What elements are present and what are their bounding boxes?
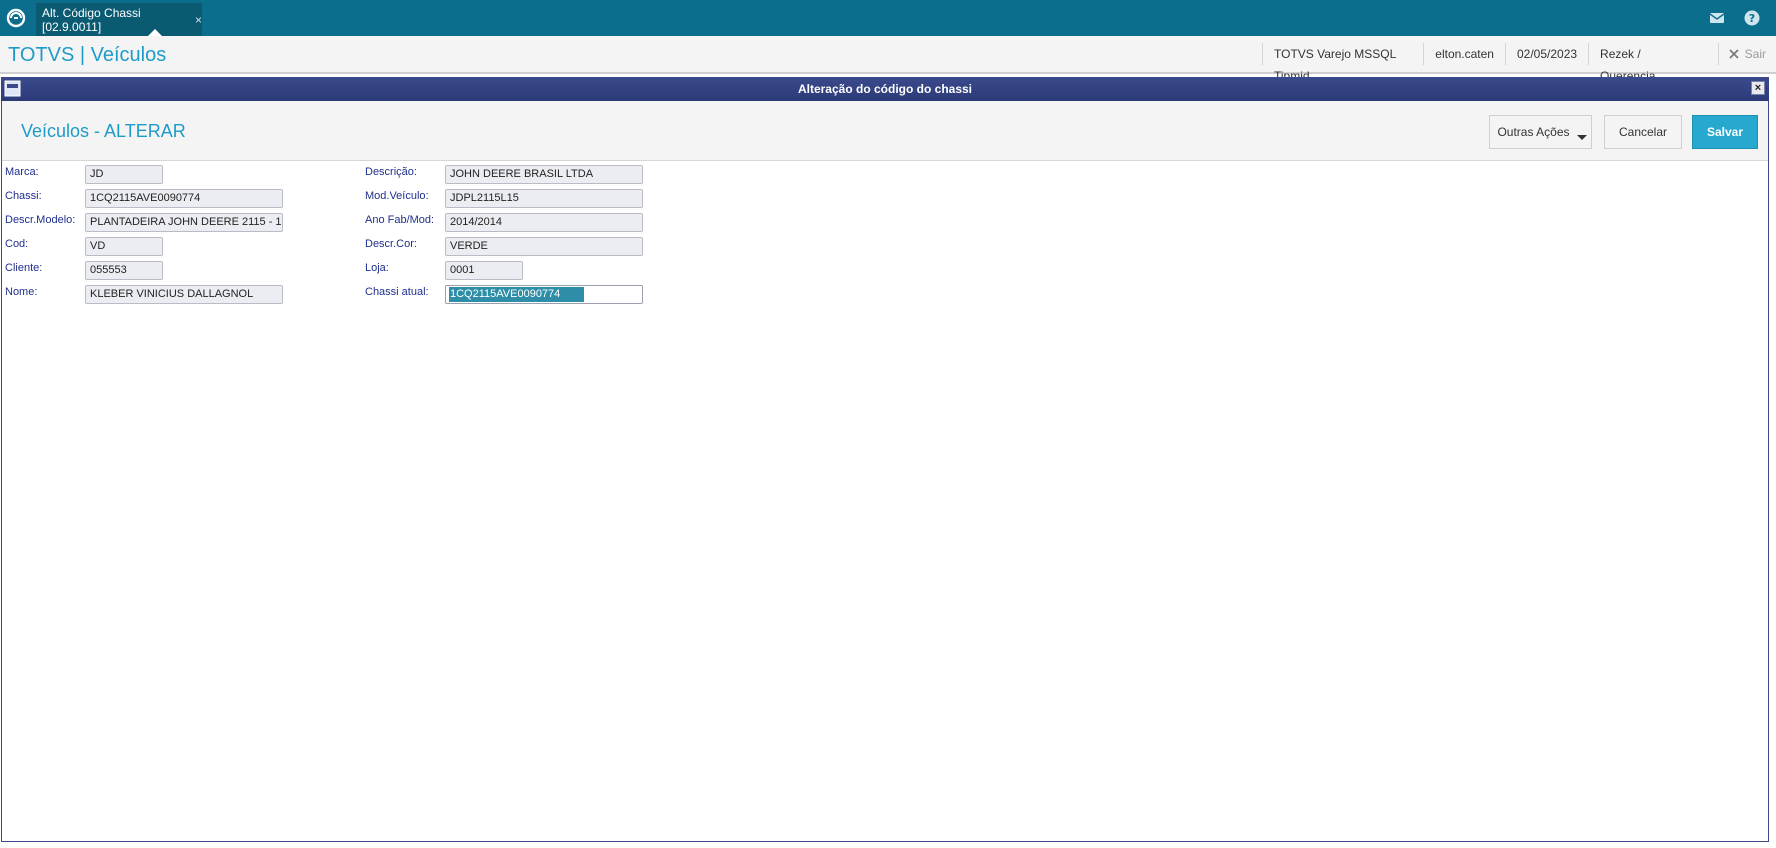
user-label[interactable]: elton.caten	[1423, 43, 1505, 65]
field-label-chassi-atual: Chassi atual:	[365, 286, 429, 298]
save-button[interactable]: Salvar	[1692, 115, 1758, 149]
tab-alt-codigo-chassi[interactable]: Alt. Código Chassi [02.9.0011] ×	[36, 3, 202, 36]
chassi-atual-input[interactable]: 1CQ2115AVE0090774	[445, 285, 643, 304]
help-icon[interactable]: ?	[1743, 9, 1761, 27]
date-label[interactable]: 02/05/2023	[1504, 43, 1588, 65]
descricao-field[interactable]: JOHN DEERE BRASIL LTDA	[445, 165, 643, 184]
dialog-close-button[interactable]: ×	[1751, 81, 1765, 95]
field-label-nome: Nome:	[5, 286, 38, 298]
chassi-atual-selected-text: 1CQ2115AVE0090774	[449, 287, 585, 302]
cancel-button[interactable]: Cancelar	[1604, 115, 1682, 149]
tab-label: Alt. Código Chassi [02.9.0011]	[42, 5, 141, 34]
session-info: TOTVS Varejo MSSQL Tipmjd elton.caten 02…	[1262, 36, 1776, 83]
branch-label[interactable]: Rezek / Querencia	[1588, 43, 1718, 83]
field-label-descr-modelo: Descr.Modelo:	[5, 214, 76, 226]
field-label-chassi: Chassi:	[5, 190, 42, 202]
close-icon	[1729, 49, 1739, 59]
dialog-title-bar: Alteração do código do chassi ×	[1, 77, 1769, 101]
app-title: TOTVS | Veículos	[8, 44, 167, 66]
cliente-field[interactable]: 055553	[85, 261, 163, 280]
active-tab-indicator	[148, 29, 162, 36]
mod-veiculo-field[interactable]: JDPL2115L15	[445, 189, 643, 208]
field-label-cliente: Cliente:	[5, 262, 43, 274]
field-label-ano-fab-mod: Ano Fab/Mod:	[365, 214, 435, 226]
exit-button[interactable]: Sair	[1717, 43, 1776, 65]
top-bar: Alt. Código Chassi [02.9.0011] × ?	[0, 0, 1776, 36]
field-label-cod: Cod:	[5, 238, 29, 250]
nome-field[interactable]: KLEBER VINICIUS DALLAGNOL	[85, 285, 283, 304]
field-label-marca: Marca:	[5, 166, 39, 178]
mail-icon[interactable]	[1708, 9, 1726, 27]
field-label-loja: Loja:	[365, 262, 389, 274]
chassi-field[interactable]: 1CQ2115AVE0090774	[85, 189, 283, 208]
cod-field[interactable]: VD	[85, 237, 163, 256]
window-icon[interactable]	[4, 80, 21, 97]
app-header: TOTVS | Veículos TOTVS Varejo MSSQL Tipm…	[0, 36, 1776, 83]
form-header: Veículos - ALTERAR Outras Ações Cancelar…	[2, 101, 1768, 161]
ano-fab-mod-field[interactable]: 2014/2014	[445, 213, 643, 232]
descr-modelo-field[interactable]: PLANTADEIRA JOHN DEERE 2115 - 15 L	[85, 213, 283, 232]
totvs-logo-icon[interactable]	[5, 7, 27, 29]
tab-close-icon[interactable]: ×	[195, 13, 202, 27]
field-label-descricao: Descrição:	[365, 166, 417, 178]
marca-field[interactable]: JD	[85, 165, 163, 184]
descr-cor-field[interactable]: VERDE	[445, 237, 643, 256]
other-actions-button[interactable]: Outras Ações	[1489, 115, 1592, 149]
environment-label[interactable]: TOTVS Varejo MSSQL Tipmjd	[1262, 43, 1423, 83]
field-label-mod-veiculo: Mod.Veículo:	[365, 190, 429, 202]
field-label-descr-cor: Descr.Cor:	[365, 238, 417, 250]
chevron-down-icon	[1577, 135, 1587, 140]
dialog-title: Alteração do código do chassi	[797, 82, 973, 96]
loja-field[interactable]: 0001	[445, 261, 523, 280]
form-title: Veículos - ALTERAR	[21, 121, 186, 141]
svg-text:?: ?	[1749, 12, 1755, 25]
exit-label: Sair	[1744, 47, 1766, 61]
other-actions-label: Outras Ações	[1497, 125, 1570, 139]
